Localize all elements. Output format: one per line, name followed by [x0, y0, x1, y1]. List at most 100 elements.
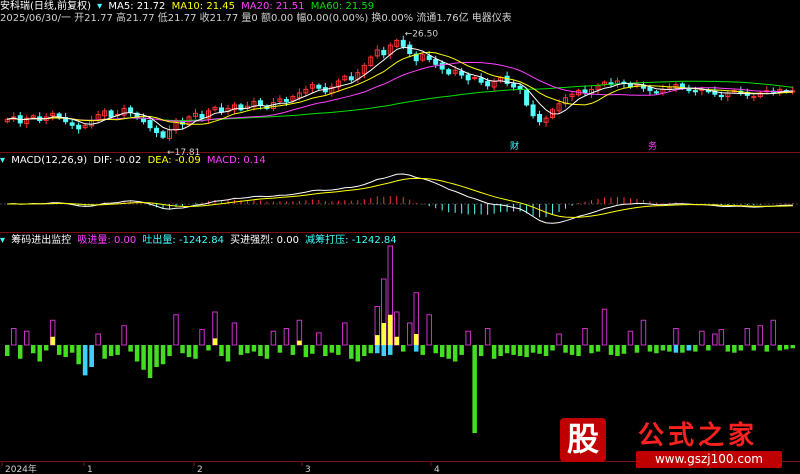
- chip-in-bar: [121, 325, 127, 346]
- chip-out-bar: [543, 345, 549, 356]
- chip-out-bar: [563, 345, 568, 353]
- x-axis-label: 2: [197, 465, 203, 474]
- chip-out-bar: [167, 345, 172, 356]
- chip-in-bar: [10, 328, 17, 346]
- chip-out-bar: [790, 345, 795, 349]
- chip-out-bar: [784, 345, 789, 350]
- chip-out-bar: [667, 345, 672, 352]
- chip-cyan-out-bar: [388, 345, 393, 355]
- site-name: 公式之家: [638, 421, 759, 451]
- chip-out-bar: [108, 345, 114, 356]
- chip-out-bar: [634, 345, 640, 353]
- chip-out-bar: [751, 345, 757, 351]
- dif-line: [7, 173, 793, 224]
- chip-in-bar: [465, 330, 471, 346]
- candle-body: [478, 77, 484, 83]
- chip-out-bar: [37, 345, 42, 362]
- chip-strong-in-bar: [297, 340, 302, 345]
- chip-in-bar: [231, 322, 238, 346]
- chip-out-bar: [225, 345, 231, 362]
- candle-body: [459, 70, 465, 76]
- chip-out-bar: [517, 345, 523, 356]
- chip-in-bar: [770, 319, 777, 346]
- chip-cyan-out-bar: [375, 345, 380, 354]
- candle-body: [426, 55, 432, 60]
- low-price-marker: ←17.81: [167, 148, 200, 158]
- chip-out-bar: [264, 345, 270, 359]
- chip-out-bar: [738, 345, 744, 351]
- candle-body: [407, 44, 413, 55]
- chip-out-bar: [569, 345, 575, 355]
- chip-out-bar: [258, 345, 263, 356]
- chip-out-bar: [277, 345, 283, 353]
- candle-body: [433, 58, 439, 65]
- chip-out-bar: [498, 345, 503, 356]
- chip-out-bar: [17, 345, 23, 359]
- chip-out-bar: [459, 345, 464, 355]
- chip-out-bar: [368, 345, 374, 354]
- candle-body: [348, 76, 354, 81]
- chip-out-bar: [251, 345, 257, 352]
- chip-in-bar: [23, 330, 30, 346]
- chip-out-bar: [660, 345, 666, 351]
- candle-body: [108, 110, 114, 118]
- chip-out-bar: [511, 345, 516, 355]
- chip-cyan-out-bar: [89, 345, 94, 367]
- x-axis-label: 3: [305, 465, 311, 474]
- chip-in-bar: [406, 322, 413, 346]
- candle-body: [381, 50, 387, 56]
- candle-body: [69, 122, 75, 126]
- chip-out-bar: [329, 345, 335, 353]
- chip-out-bar: [115, 345, 120, 355]
- chip-out-bar: [576, 345, 581, 356]
- candle-body: [718, 94, 724, 98]
- logo-char: 股: [566, 420, 599, 458]
- chip-out-bar: [433, 345, 438, 354]
- candle-body: [524, 90, 530, 106]
- chip-out-bar: [76, 345, 81, 365]
- chip-out-bar: [349, 345, 354, 359]
- chip-out-bar: [30, 345, 36, 354]
- chip-out-bar: [524, 345, 529, 358]
- chip-in-bar: [699, 330, 705, 346]
- chip-strong-in-bar: [394, 336, 399, 345]
- chip-out-bar: [595, 345, 601, 352]
- chip-in-bar: [673, 328, 679, 346]
- chip-out-bar: [56, 345, 62, 355]
- chip-out-bar: [102, 345, 107, 359]
- chip-out-bar: [401, 345, 406, 352]
- candle-body: [128, 107, 134, 113]
- chip-in-bar: [270, 330, 277, 346]
- chip-out-bar: [43, 345, 49, 351]
- chip-out-bar: [537, 345, 542, 354]
- event-marker: 务: [648, 140, 657, 152]
- site-url[interactable]: www.gszj100.com: [636, 451, 782, 468]
- chip-out-bar: [615, 345, 620, 356]
- chip-in-bar: [640, 319, 647, 346]
- candle-body: [686, 88, 692, 92]
- chip-out-bar: [420, 345, 425, 355]
- chip-out-bar: [186, 345, 192, 358]
- chip-in-bar: [556, 333, 562, 346]
- candle-body: [537, 114, 543, 123]
- chip-out-bar: [128, 345, 133, 352]
- chip-in-bar: [712, 333, 718, 346]
- chip-in-bar: [744, 328, 751, 346]
- chip-cyan-out-bar: [82, 345, 88, 376]
- chip-in-bar: [627, 330, 634, 346]
- chip-in-bar: [173, 314, 179, 346]
- candle-body: [647, 87, 653, 92]
- x-axis-label: 4: [434, 465, 440, 474]
- chip-strong-in-bar: [381, 323, 387, 345]
- event-marker: 财: [510, 140, 519, 152]
- chip-strong-in-bar: [212, 338, 218, 345]
- chip-out-bar: [323, 345, 328, 356]
- stock-chart-canvas[interactable]: ←26.50 ←17.81 财 务 2024年 1 2 3 4: [0, 0, 800, 474]
- chip-out-bar: [141, 345, 146, 370]
- chip-strong-in-bar: [50, 336, 55, 345]
- chip-out-bar: [706, 345, 711, 351]
- chip-out-bar: [154, 345, 159, 367]
- chip-cyan-out-bar: [413, 345, 419, 352]
- chip-out-bar: [439, 345, 445, 358]
- chip-out-bar: [725, 345, 731, 352]
